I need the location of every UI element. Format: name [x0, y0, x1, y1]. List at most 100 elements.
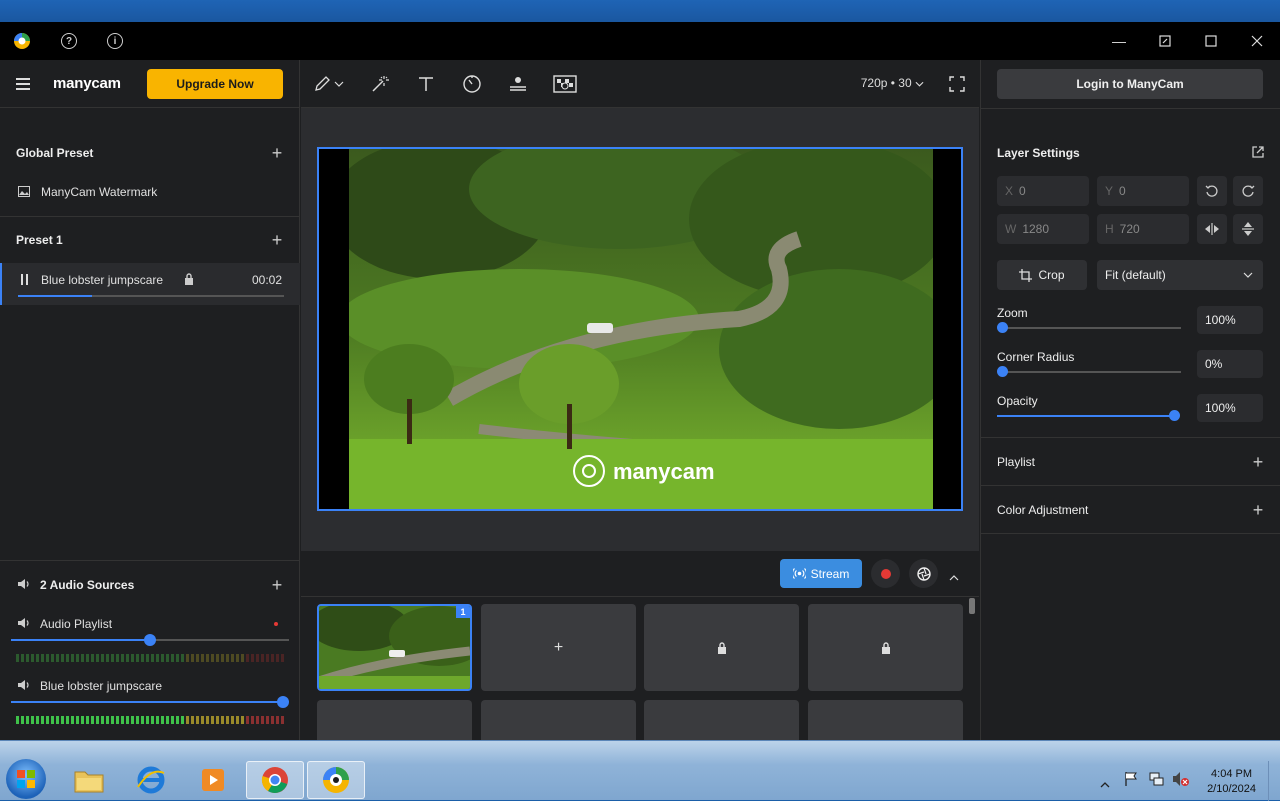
width-field[interactable]: W 1280: [997, 214, 1089, 244]
login-button[interactable]: Login to ManyCam: [997, 69, 1263, 99]
preset-tile[interactable]: [481, 700, 636, 740]
lower-third-icon[interactable]: [506, 72, 530, 96]
add-preset-source-icon[interactable]: +: [270, 231, 284, 249]
file-explorer-icon[interactable]: [60, 761, 118, 799]
divider: [981, 108, 1280, 109]
volume-slider-knob[interactable]: [277, 696, 289, 708]
pause-icon[interactable]: [21, 274, 29, 285]
upgrade-button[interactable]: Upgrade Now: [147, 69, 283, 99]
volume-muted-icon[interactable]: [1172, 771, 1190, 792]
text-icon[interactable]: [414, 72, 438, 96]
zoom-slider-knob[interactable]: [997, 322, 1008, 333]
media-player-icon[interactable]: [184, 761, 242, 799]
info-icon[interactable]: i: [106, 32, 124, 50]
grid-scrollbar[interactable]: [969, 598, 975, 614]
divider: [0, 216, 300, 217]
meter-segment: [56, 654, 59, 662]
speaker-icon[interactable]: [17, 679, 31, 691]
manycam-taskbar-icon[interactable]: [307, 761, 365, 799]
flip-vertical-icon[interactable]: [1233, 214, 1263, 244]
x-position-field[interactable]: X0: [997, 176, 1089, 206]
resolution-selector[interactable]: 720p • 30: [861, 76, 924, 90]
add-playlist-icon[interactable]: +: [1251, 453, 1265, 471]
meter-segment: [31, 654, 34, 662]
rotate-right-icon[interactable]: [1233, 176, 1263, 206]
meter-segment: [81, 654, 84, 662]
locked-preset-tile[interactable]: [644, 604, 799, 691]
record-button[interactable]: [871, 559, 900, 588]
flip-horizontal-icon[interactable]: [1197, 214, 1227, 244]
meter-segment: [41, 654, 44, 662]
fullscreen-icon[interactable]: [945, 72, 969, 96]
image-icon: [18, 186, 30, 197]
corner-radius-slider-knob[interactable]: [997, 366, 1008, 377]
preview-stage: manycam: [301, 108, 979, 551]
crop-button[interactable]: Crop: [997, 260, 1087, 290]
corner-radius-slider[interactable]: [997, 366, 1181, 377]
internet-explorer-icon[interactable]: [122, 761, 180, 799]
rotate-left-icon[interactable]: [1197, 176, 1227, 206]
start-button[interactable]: [6, 759, 46, 799]
chevron-up-icon[interactable]: [949, 568, 959, 586]
volume-slider-knob[interactable]: [144, 634, 156, 646]
meter-segment: [276, 654, 279, 662]
timer-icon[interactable]: [460, 72, 484, 96]
zoom-slider[interactable]: [997, 322, 1181, 333]
add-color-adjustment-icon[interactable]: +: [1251, 501, 1265, 519]
close-button[interactable]: [1245, 30, 1269, 52]
volume-slider[interactable]: [11, 634, 289, 646]
settings-panel: Login to ManyCam Layer Settings X0 Y0 W1…: [980, 60, 1280, 740]
meter-segment: [206, 716, 209, 724]
system-clock[interactable]: 4:04 PM 2/10/2024: [1207, 767, 1256, 797]
chrome-icon[interactable]: [246, 761, 304, 799]
draw-pen-icon[interactable]: [310, 72, 334, 96]
height-field[interactable]: H 720: [1097, 214, 1189, 244]
compact-mode-icon[interactable]: [1153, 30, 1177, 52]
opacity-slider-fill: [997, 415, 1175, 417]
background-replace-icon[interactable]: [552, 72, 578, 96]
main-preview[interactable]: manycam: [317, 147, 963, 511]
audio-level-meter: [16, 716, 284, 724]
preset-tile[interactable]: [317, 700, 472, 740]
minimize-button[interactable]: —: [1107, 30, 1131, 52]
pop-out-icon[interactable]: [1251, 145, 1265, 164]
locked-preset-tile[interactable]: [808, 604, 963, 691]
help-icon[interactable]: ?: [60, 32, 78, 50]
meter-segment: [211, 716, 214, 724]
zoom-value-field[interactable]: 100%: [1197, 306, 1263, 334]
volume-slider[interactable]: [11, 696, 289, 708]
menu-icon[interactable]: [16, 78, 30, 90]
meter-segment: [146, 654, 149, 662]
y-position-field[interactable]: Y0: [1097, 176, 1189, 206]
add-audio-source-icon[interactable]: +: [270, 576, 284, 594]
add-preset-tile[interactable]: +: [481, 604, 636, 691]
broadcast-icon: [792, 568, 806, 579]
magic-wand-icon[interactable]: [368, 72, 392, 96]
action-center-flag-icon[interactable]: [1124, 771, 1138, 792]
divider: [981, 485, 1280, 486]
preset-tile-1[interactable]: 1: [317, 604, 472, 691]
preset-tile[interactable]: [644, 700, 799, 740]
opacity-slider-knob[interactable]: [1169, 410, 1180, 421]
opacity-slider[interactable]: [997, 410, 1180, 421]
show-desktop-button[interactable]: [1268, 761, 1280, 801]
preset-item-progress[interactable]: [18, 295, 284, 297]
preset-item-label: Blue lobster jumpscare: [41, 273, 164, 287]
preset-item-blue-lobster[interactable]: Blue lobster jumpscare 00:02: [0, 263, 300, 305]
network-icon[interactable]: [1148, 771, 1164, 792]
maximize-button[interactable]: [1199, 30, 1223, 52]
corner-radius-value-field[interactable]: 0%: [1197, 350, 1263, 378]
fit-mode-select[interactable]: Fit (default): [1097, 260, 1263, 290]
meter-segment: [231, 654, 234, 662]
show-hidden-icons[interactable]: [1100, 775, 1110, 793]
opacity-value-field[interactable]: 100%: [1197, 394, 1263, 422]
preset-tile[interactable]: [808, 700, 963, 740]
meter-segment: [131, 654, 134, 662]
stream-button[interactable]: Stream: [780, 559, 862, 588]
meter-segment: [96, 654, 99, 662]
speaker-icon[interactable]: [17, 617, 31, 629]
meter-segment: [216, 654, 219, 662]
chevron-down-icon[interactable]: [332, 72, 346, 96]
add-global-preset-icon[interactable]: +: [270, 144, 284, 162]
snapshot-button[interactable]: [909, 559, 938, 588]
